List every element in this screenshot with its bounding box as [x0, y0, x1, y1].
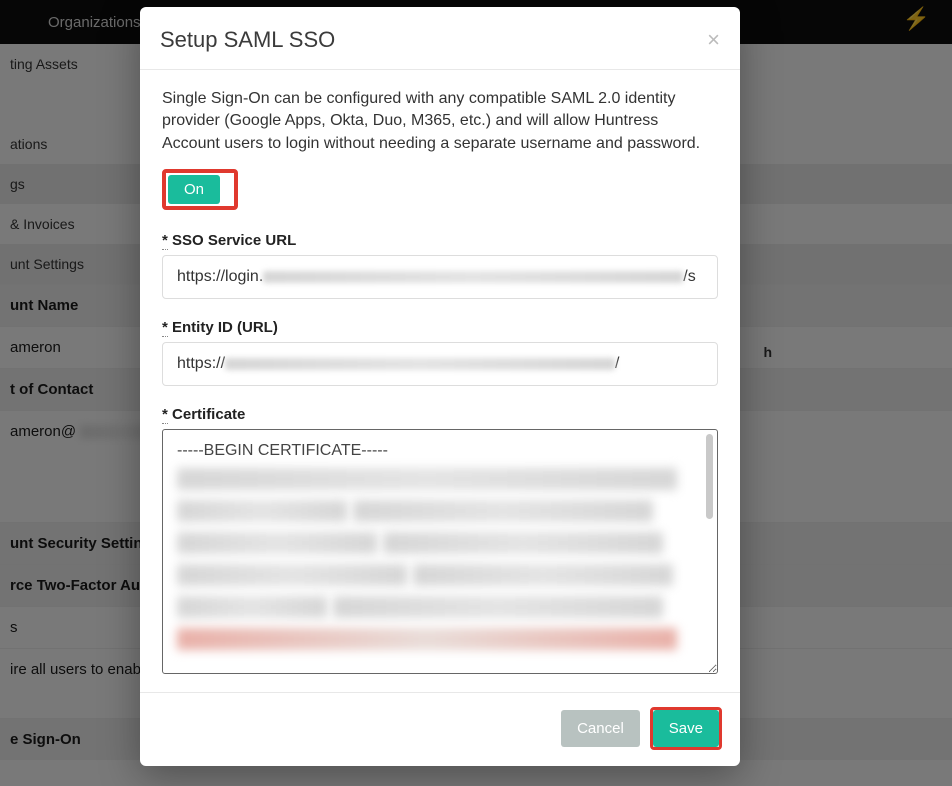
field-certificate: * Certificate -----BEGIN CERTIFICATE----… [162, 406, 718, 674]
close-icon[interactable]: × [707, 29, 720, 51]
modal-body: Single Sign-On can be configured with an… [140, 70, 740, 692]
highlight-save: Save [650, 707, 722, 750]
certificate-wrap: -----BEGIN CERTIFICATE----- [162, 429, 718, 674]
label-entity-id: * Entity ID (URL) [162, 319, 718, 336]
save-button[interactable]: Save [653, 710, 719, 747]
field-entity-id: * Entity ID (URL) https:// / [162, 319, 718, 386]
field-sso-url: * SSO Service URL https://login. /s [162, 232, 718, 299]
modal-footer: Cancel Save [140, 692, 740, 766]
modal-header: Setup SAML SSO × [140, 7, 740, 70]
sso-url-prefix: https://login. [177, 268, 263, 285]
sso-url-suffix: /s [683, 268, 695, 285]
redacted-cert [177, 532, 377, 554]
label-sso-url: * SSO Service URL [162, 232, 718, 249]
certificate-textarea[interactable]: -----BEGIN CERTIFICATE----- [162, 429, 718, 674]
sso-toggle-on[interactable]: On [168, 175, 220, 204]
redacted-cert [177, 596, 327, 618]
redacted-entity-id [225, 358, 615, 370]
redacted-cert [177, 564, 407, 586]
redacted-cert [177, 628, 677, 650]
entity-id-input[interactable]: https:// / [162, 342, 718, 386]
redacted-cert [353, 500, 653, 522]
label-entity-id-text: Entity ID (URL) [172, 319, 278, 336]
cancel-button[interactable]: Cancel [561, 710, 640, 747]
redacted-cert [333, 596, 663, 618]
redacted-cert [177, 500, 347, 522]
label-certificate-text: Certificate [172, 406, 245, 423]
modal-title: Setup SAML SSO [160, 27, 335, 53]
redacted-cert [383, 532, 663, 554]
sso-url-input[interactable]: https://login. /s [162, 255, 718, 299]
toggle-area: On [162, 169, 718, 210]
redacted-cert [177, 468, 677, 490]
highlight-toggle: On [162, 169, 238, 210]
redacted-sso-url [263, 271, 683, 283]
entity-id-prefix: https:// [177, 355, 225, 372]
intro-text: Single Sign-On can be configured with an… [162, 88, 718, 155]
label-sso-url-text: SSO Service URL [172, 232, 296, 249]
saml-sso-modal: Setup SAML SSO × Single Sign-On can be c… [140, 7, 740, 766]
textarea-scrollbar[interactable] [706, 434, 713, 519]
label-certificate: * Certificate [162, 406, 718, 423]
cert-begin-line: -----BEGIN CERTIFICATE----- [177, 442, 703, 460]
entity-id-suffix: / [615, 355, 619, 372]
redacted-cert [413, 564, 673, 586]
